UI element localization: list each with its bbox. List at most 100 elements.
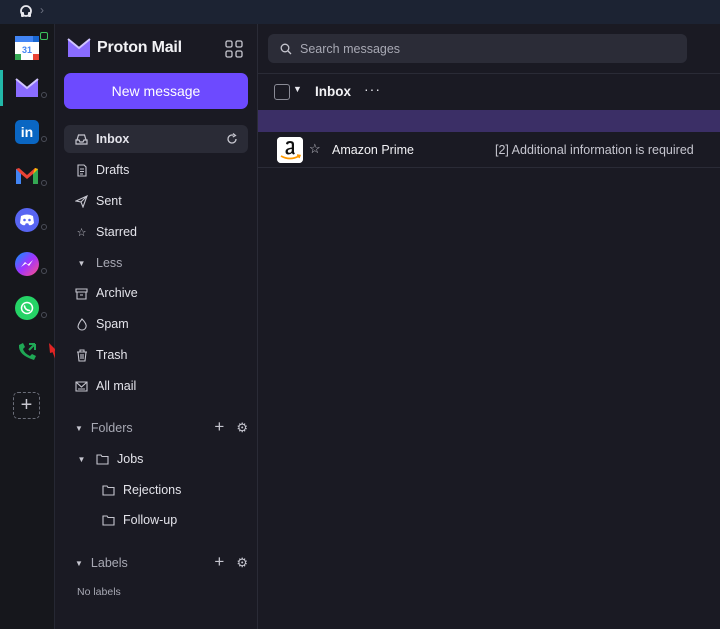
rail-item-calendar[interactable]: 31 (0, 30, 55, 74)
folders-title: Folders (90, 421, 133, 435)
proton-mail-logo-icon (67, 38, 91, 57)
star-icon: ☆ (76, 226, 87, 239)
message-subject: [2] Additional information is required (495, 143, 694, 157)
nav-item-trash[interactable]: Trash (64, 341, 248, 369)
rail-item-messenger[interactable] (0, 246, 55, 290)
folders-section-header[interactable]: ▼ Folders + ⚙ (64, 416, 248, 440)
add-label-icon[interactable]: + (214, 553, 224, 571)
brand-logo[interactable]: Proton Mail (67, 38, 182, 58)
label-settings-gear-icon[interactable]: ⚙ (236, 555, 248, 571)
nav-item-drafts[interactable]: Drafts (64, 156, 248, 184)
nav-label: Less (96, 256, 123, 270)
gmail-icon (15, 164, 39, 188)
refresh-icon[interactable] (226, 133, 238, 145)
nav-item-starred[interactable]: ☆ Starred (64, 218, 248, 246)
status-dot (41, 224, 47, 230)
notification-badge-icon (40, 32, 48, 40)
list-toolbar: ▼ Inbox ··· (258, 73, 720, 110)
mail-sidebar: Proton Mail New message Inbox Drafts Sen… (55, 24, 258, 629)
drafts-icon (75, 163, 88, 177)
rail-item-discord[interactable] (0, 202, 55, 246)
proton-mail-icon (15, 76, 39, 100)
calendar-icon: 31 (15, 36, 39, 60)
apps-grid-icon[interactable] (225, 40, 243, 58)
spam-icon (75, 317, 88, 331)
folder-item-rejections[interactable]: Rejections (64, 476, 248, 504)
message-sender: Amazon Prime (332, 143, 414, 157)
no-labels-text: No labels (77, 586, 121, 598)
current-folder-title: Inbox (315, 84, 351, 99)
rail-item-proton-mail[interactable] (0, 70, 55, 114)
nav-label: Spam (96, 317, 129, 331)
all-mail-icon (75, 380, 88, 393)
brand-name: Proton Mail (97, 39, 182, 56)
status-dot (41, 312, 47, 318)
linkedin-icon: in (15, 120, 39, 144)
nav-label: All mail (96, 379, 137, 393)
nav-item-sent[interactable]: Sent (64, 187, 248, 215)
new-message-button[interactable]: New message (64, 73, 248, 109)
rail-item-linkedin[interactable]: in (0, 114, 55, 158)
nav-item-spam[interactable]: Spam (64, 310, 248, 338)
nav-label: Drafts (96, 163, 130, 177)
folder-item-jobs[interactable]: ▼ Jobs (64, 445, 248, 473)
star-toggle-icon[interactable]: ☆ (309, 141, 321, 157)
search-input[interactable] (300, 41, 660, 56)
folder-icon (102, 514, 115, 527)
sent-icon (75, 194, 88, 208)
more-options-icon[interactable]: ··· (364, 81, 381, 97)
whatsapp-icon (15, 296, 39, 320)
folder-icon (102, 484, 115, 497)
rail-item-whatsapp[interactable] (0, 290, 55, 334)
folder-item-follow-up[interactable]: Follow-up (64, 506, 248, 534)
add-app-button[interactable]: + (13, 392, 40, 419)
chevron-down-icon: ▼ (77, 258, 86, 268)
labels-title: Labels (90, 556, 128, 570)
chevron-right-icon[interactable]: › (40, 3, 44, 17)
folder-icon (96, 453, 109, 466)
add-folder-icon[interactable]: + (214, 418, 224, 436)
select-dropdown-chevron-icon[interactable]: ▼ (293, 84, 302, 94)
app-logo-icon[interactable] (18, 4, 34, 20)
app-rail: 31 in + (0, 24, 75, 629)
mail-list-pane: ▼ Inbox ··· ☆ Amazon Prime [2] Additiona… (258, 24, 720, 629)
nav-label: Inbox (96, 132, 130, 146)
amazon-logo-icon (277, 137, 303, 163)
nav-label: Trash (96, 348, 128, 362)
phone-icon (15, 340, 39, 364)
calendar-day: 31 (22, 45, 32, 55)
search-bar[interactable] (268, 34, 687, 63)
chevron-down-icon: ▼ (75, 423, 83, 433)
promo-banner[interactable] (258, 110, 720, 132)
nav-item-archive[interactable]: Archive (64, 279, 248, 307)
discord-icon (15, 208, 39, 232)
status-dot (41, 136, 47, 142)
chevron-down-icon[interactable]: ▼ (75, 453, 88, 466)
status-dot (41, 268, 47, 274)
rail-item-gmail[interactable] (0, 158, 55, 202)
nav-label: Sent (96, 194, 122, 208)
nav-label: Archive (96, 286, 138, 300)
nav-label: Starred (96, 225, 137, 239)
nav-item-all-mail[interactable]: All mail (64, 372, 248, 400)
title-bar: › (0, 0, 720, 24)
folder-settings-gear-icon[interactable]: ⚙ (236, 420, 248, 436)
linkedin-logo-text: in (20, 124, 34, 140)
messenger-icon (15, 252, 39, 276)
trash-icon (75, 348, 88, 362)
folder-label: Follow-up (123, 513, 178, 527)
search-icon (280, 43, 292, 54)
message-row[interactable]: ☆ Amazon Prime [2] Additional informatio… (258, 132, 720, 168)
labels-section-header[interactable]: ▼ Labels + ⚙ (64, 551, 248, 575)
archive-icon (75, 287, 88, 300)
status-dot (41, 180, 47, 186)
inbox-icon (75, 133, 88, 146)
folder-label: Jobs (117, 452, 144, 466)
chevron-down-icon: ▼ (75, 558, 83, 568)
status-dot (41, 92, 47, 98)
nav-item-inbox[interactable]: Inbox (64, 125, 248, 153)
plus-icon: + (20, 394, 33, 416)
folder-label: Rejections (123, 483, 182, 497)
select-all-checkbox[interactable] (274, 84, 290, 100)
nav-item-less[interactable]: ▼ Less (64, 249, 248, 277)
